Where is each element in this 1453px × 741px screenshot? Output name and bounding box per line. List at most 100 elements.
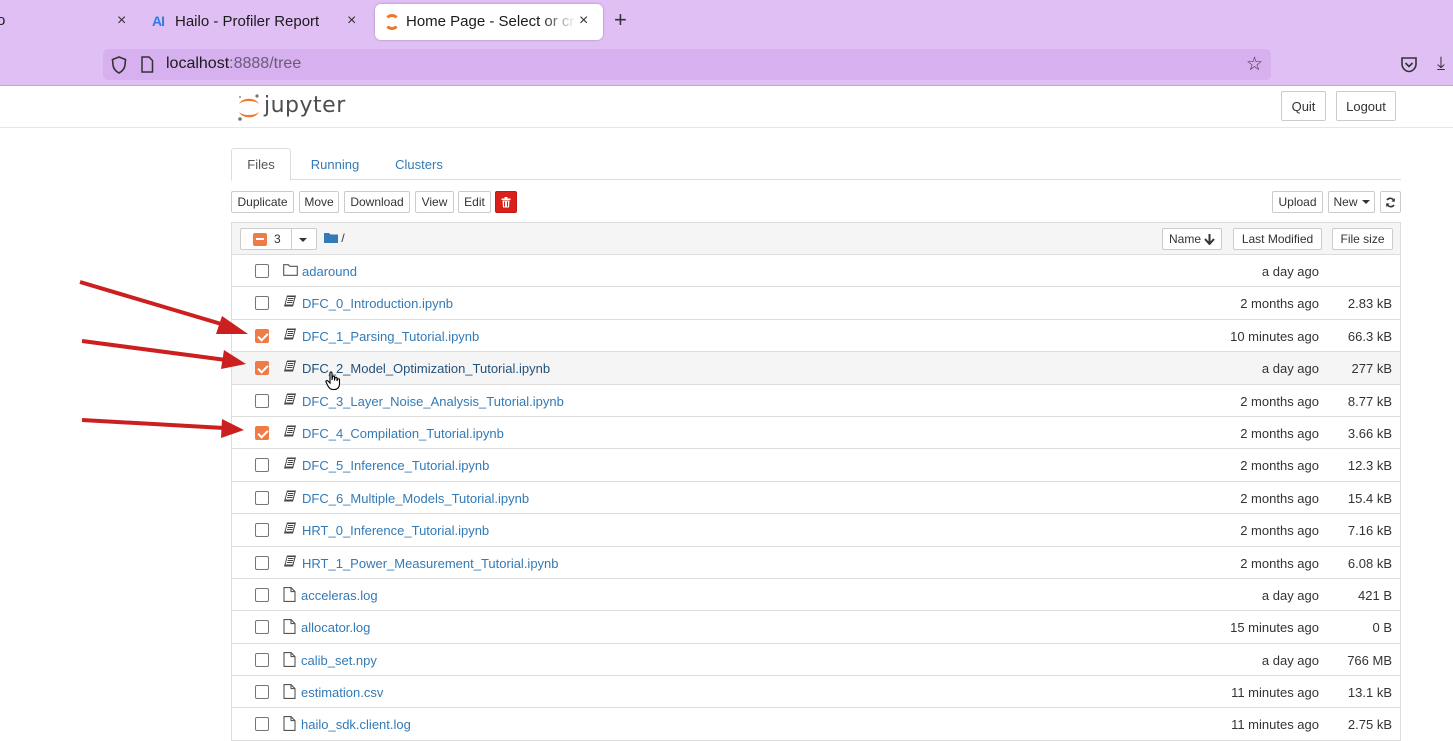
trash-icon [501,196,511,207]
file-row[interactable]: HRT_1_Power_Measurement_Tutorial.ipynb 2 … [231,546,1401,579]
notebook-icon [283,457,297,475]
file-last-modified: 2 months ago [1240,393,1319,409]
file-size: 66.3 kB [1347,328,1392,344]
row-checkbox[interactable] [255,620,269,635]
row-checkbox[interactable] [255,296,269,311]
close-tab-icon[interactable]: × [117,12,126,30]
file-row[interactable]: DFC_4_Compilation_Tutorial.ipynb 2 months… [231,416,1401,450]
refresh-button[interactable] [1380,191,1401,213]
select-all-control[interactable]: 3 [240,228,317,250]
logo-text: jupyter [264,93,346,118]
row-checkbox[interactable] [255,555,269,570]
file-name-link[interactable]: adaround [302,264,357,279]
file-name-link[interactable]: calib_set.npy [301,653,377,668]
file-icon [283,619,296,639]
close-tab-icon[interactable]: × [347,12,356,30]
jupyter-header: jupyter Quit Logout [0,86,1453,128]
duplicate-button[interactable]: Duplicate [231,191,294,213]
file-last-modified: a day ago [1261,264,1319,279]
file-name-link[interactable]: allocator.log [301,620,370,635]
row-checkbox[interactable] [255,393,269,408]
breadcrumb-root[interactable]: / [341,231,344,245]
pocket-icon[interactable] [1400,56,1418,73]
logout-button[interactable]: Logout [1336,91,1396,121]
row-checkbox[interactable] [255,587,269,602]
file-row[interactable]: estimation.csv 11 minutes ago 13.1 kB [231,676,1401,709]
file-row[interactable]: DFC_5_Inference_Tutorial.ipynb 2 months a… [231,449,1401,482]
row-checkbox[interactable] [255,264,269,278]
file-row[interactable]: acceleras.log a day ago 421 B [231,578,1401,612]
row-checkbox[interactable] [255,458,269,473]
shield-icon[interactable] [111,56,127,74]
row-checkbox[interactable] [255,328,269,343]
new-tab-icon[interactable]: + [614,9,627,31]
url-text[interactable]: localhost:8888/tree [166,55,301,73]
edit-button[interactable]: Edit [458,191,491,213]
tab-files[interactable]: Files [231,148,291,181]
sort-file-size-button[interactable]: File size [1332,228,1393,250]
file-row[interactable]: allocator.log 15 minutes ago 0 B [231,611,1401,644]
move-button[interactable]: Move [299,191,339,213]
file-name-link[interactable]: DFC_4_Compilation_Tutorial.ipynb [302,426,504,441]
file-row[interactable]: DFC_2_Model_Optimization_Tutorial.ipynb a… [231,352,1401,385]
caret-down-icon[interactable] [299,238,307,242]
browser-tab-hailo[interactable]: AI Hailo - Profiler Report × [140,4,372,40]
file-size: 421 B [1358,587,1392,603]
file-row[interactable]: HRT_0_Inference_Tutorial.ipynb 2 months a… [231,514,1401,547]
file-name-link[interactable]: DFC_3_Layer_Noise_Analysis_Tutorial.ipyn… [302,394,564,409]
row-checkbox[interactable] [255,717,269,732]
file-name-link[interactable]: estimation.csv [301,685,383,700]
new-dropdown-button[interactable]: New [1328,191,1375,213]
tab-running[interactable]: Running [299,148,371,180]
row-checkbox[interactable] [255,490,269,505]
download-icon[interactable]: ⤓ [1437,53,1445,74]
file-name-link[interactable]: HRT_0_Inference_Tutorial.ipynb [302,523,489,538]
jupyter-tabs: Files Running Clusters [231,148,1401,181]
quit-button[interactable]: Quit [1281,91,1326,121]
url-bar[interactable]: localhost:8888/tree ☆ [103,49,1271,80]
file-name-link[interactable]: DFC_1_Parsing_Tutorial.ipynb [302,329,479,344]
page-info-icon[interactable] [140,56,154,73]
file-row[interactable]: hailo_sdk.client.log 11 minutes ago 2.75 k… [231,708,1401,741]
notebook-icon [283,393,297,411]
download-button[interactable]: Download [344,191,410,213]
bookmark-star-icon[interactable]: ☆ [1246,53,1263,76]
row-checkbox[interactable] [255,425,269,440]
divider [291,229,292,249]
view-button[interactable]: View [415,191,454,213]
folder-icon [324,233,338,243]
file-size: 6.08 kB [1347,555,1392,571]
row-checkbox[interactable] [255,523,269,538]
sort-name-button[interactable]: Name [1162,228,1222,250]
file-row[interactable]: calib_set.npy a day ago 766 MB [231,643,1401,677]
file-row[interactable]: DFC_6_Multiple_Models_Tutorial.ipynb 2 mo… [231,481,1401,515]
file-row[interactable]: DFC_1_Parsing_Tutorial.ipynb 10 minutes a… [231,319,1401,353]
browser-tab-active[interactable]: Home Page - Select or create × [375,4,603,40]
sort-name-label: Name [1168,232,1201,246]
row-checkbox[interactable] [255,361,269,376]
file-name-link[interactable]: HRT_1_Power_Measurement_Tutorial.ipynb [302,556,559,571]
row-checkbox[interactable] [255,652,269,667]
file-row[interactable]: adaround a day ago [231,255,1401,288]
file-name-link[interactable]: hailo_sdk.client.log [301,717,411,732]
delete-button[interactable] [495,191,517,213]
partial-select-checkbox[interactable] [253,233,267,246]
file-name-link[interactable]: DFC_6_Multiple_Models_Tutorial.ipynb [302,491,529,506]
breadcrumb[interactable]: / [324,231,345,245]
sort-last-modified-button[interactable]: Last Modified [1233,228,1322,250]
file-icon [283,586,296,607]
browser-tab-previous[interactable]: o × [0,4,140,40]
file-name-link[interactable]: DFC_5_Inference_Tutorial.ipynb [302,458,489,473]
upload-button[interactable]: Upload [1272,191,1323,213]
notebook-icon [283,295,297,313]
row-checkbox[interactable] [255,685,269,700]
file-row[interactable]: DFC_3_Layer_Noise_Analysis_Tutorial.ipyn… [231,384,1401,417]
file-name-link[interactable]: acceleras.log [301,588,378,603]
tab-clusters[interactable]: Clusters [383,148,455,180]
notebook-icon [283,425,297,443]
file-last-modified: a day ago [1261,361,1319,377]
close-tab-icon[interactable]: × [579,12,588,30]
file-name-link[interactable]: DFC_0_Introduction.ipynb [302,296,453,311]
notebook-icon [283,555,297,573]
file-row[interactable]: DFC_0_Introduction.ipynb 2 months ago 2.83… [231,287,1401,320]
